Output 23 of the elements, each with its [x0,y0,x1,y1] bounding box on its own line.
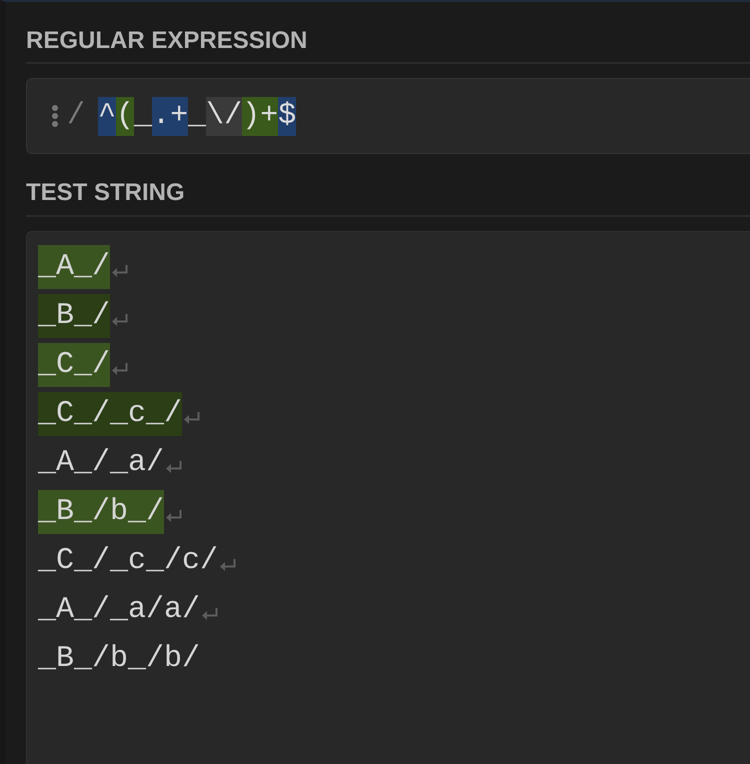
match-highlight: _B_/ [38,294,110,338]
match-highlight: _A_/ [38,245,110,289]
match-highlight: _C_/ [38,343,110,387]
match-highlight: _B_/b_/ [38,490,164,534]
test-string-line: _C_/_c_/c/ [38,543,218,580]
test-string-line: _A_/_a/a/ [38,592,200,629]
regex-token: ^ [98,96,116,136]
section-heading: TEST STRING [26,181,185,205]
regex-token: $ [278,96,296,136]
regex-token: )+ [242,96,278,136]
test-string-line: _A_/_a/ [38,445,164,482]
regex-token: ( [116,96,134,136]
test-string-editor[interactable]: _A_/ _B_/ _C_/ _C_/_c_/ _A_/_a/ _B_/b_/ _C_/_c_/c/ _A_/_a/a/ _B_/b_/b/ [26,231,750,764]
regex-token: \/ [206,96,242,136]
regex-token: .+ [152,96,188,136]
regex-input-field[interactable]: / ^(_.+_\/)+$ [26,78,750,154]
regex-delimiter: / [67,98,86,134]
match-highlight: _C_/_c_/ [38,392,182,436]
test-string-line: _B_/b_/b/ [38,641,200,678]
regex-token: _ [134,98,152,134]
section-heading: REGULAR EXPRESSION [26,29,308,53]
drag-handle-icon[interactable] [52,105,58,127]
regex-token: _ [188,98,206,134]
